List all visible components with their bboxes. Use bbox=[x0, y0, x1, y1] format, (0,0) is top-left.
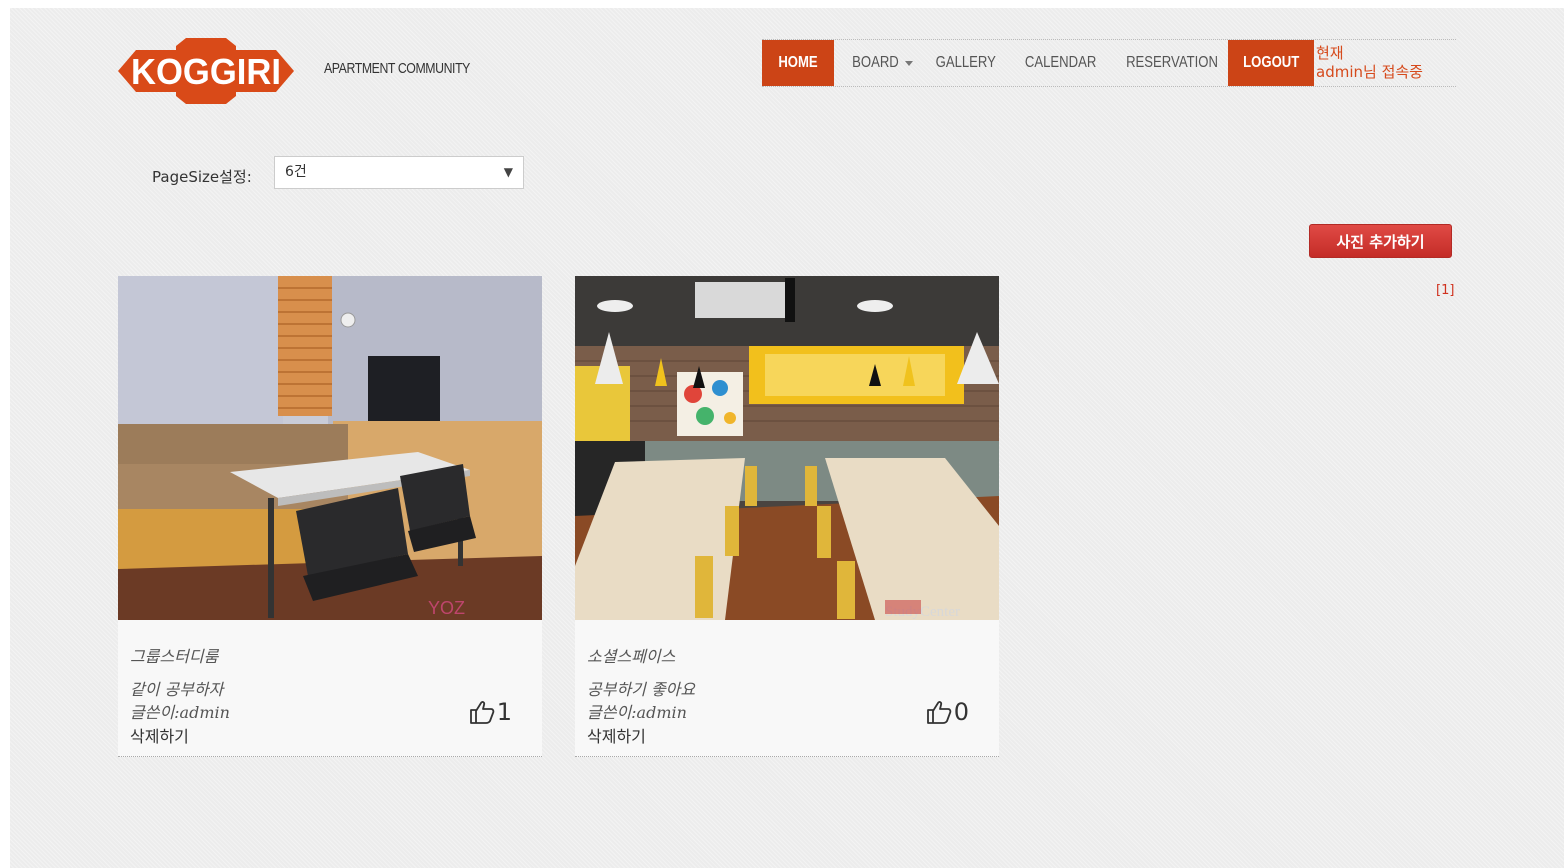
site-tagline: APARTMENT COMMUNITY bbox=[324, 60, 470, 77]
delete-link[interactable]: 삭제하기 bbox=[130, 723, 189, 747]
logo-text: KOGGIRI bbox=[131, 51, 281, 92]
koggiri-logo[interactable]: KOGGIRI bbox=[118, 38, 294, 104]
thumbs-up-icon bbox=[469, 701, 495, 724]
gallery-photo[interactable]: YOZ bbox=[118, 276, 542, 620]
nav-gallery[interactable]: GALLERY bbox=[926, 40, 1006, 86]
like-count: 0 bbox=[953, 698, 969, 726]
pagesize-selected-value: 6건 bbox=[285, 164, 307, 180]
post-title: 그룹스터디룸 bbox=[130, 647, 219, 666]
main-nav: HOME BOARD GALLERY CALENDAR RESERVATION … bbox=[762, 39, 1456, 87]
nav-home[interactable]: HOME bbox=[762, 40, 834, 86]
gallery-card: YOZ 그룹스터디룸 같이 공부하자 글쓴이:admin 삭제하기 1 bbox=[118, 276, 542, 757]
pagination-page-1[interactable]: [1] bbox=[1436, 283, 1454, 298]
gallery-card: StudyCenter 소셜스페이스 공부하기 좋아요 글쓴이:admin 삭제… bbox=[575, 276, 999, 757]
post-author: 글쓴이:admin bbox=[130, 703, 230, 722]
photo-watermark: YOZ bbox=[428, 598, 465, 618]
dropdown-arrow-icon: ▼ bbox=[503, 165, 513, 179]
pagesize-select[interactable]: 6건 ▼ bbox=[274, 156, 524, 189]
nav-logout[interactable]: LOGOUT bbox=[1228, 40, 1314, 86]
post-content: 같이 공부하자 bbox=[130, 680, 224, 699]
page-edge-left bbox=[0, 0, 10, 868]
post-title: 소셜스페이스 bbox=[587, 647, 676, 666]
pagesize-label: PageSize설정: bbox=[152, 168, 252, 186]
like-button[interactable]: 1 bbox=[469, 698, 512, 726]
gallery-photo[interactable]: StudyCenter bbox=[575, 276, 999, 620]
nav-reservation[interactable]: RESERVATION bbox=[1116, 40, 1228, 86]
chevron-down-icon bbox=[905, 60, 914, 66]
user-status-line1: 현재 bbox=[1316, 44, 1344, 62]
add-photo-button[interactable]: 사진 추가하기 bbox=[1309, 224, 1452, 258]
logged-in-user: 현재 admin님 접속중 bbox=[1314, 40, 1423, 86]
user-status-line2: admin님 접속중 bbox=[1316, 63, 1423, 81]
like-count: 1 bbox=[496, 698, 512, 726]
post-author: 글쓴이:admin bbox=[587, 703, 687, 722]
delete-link[interactable]: 삭제하기 bbox=[587, 723, 646, 747]
page-edge-top bbox=[0, 0, 1564, 8]
post-content: 공부하기 좋아요 bbox=[587, 680, 696, 699]
thumbs-up-icon bbox=[926, 701, 952, 724]
nav-board-dropdown[interactable]: BOARD bbox=[834, 40, 926, 86]
like-button[interactable]: 0 bbox=[926, 698, 969, 726]
nav-calendar[interactable]: CALENDAR bbox=[1006, 40, 1116, 86]
